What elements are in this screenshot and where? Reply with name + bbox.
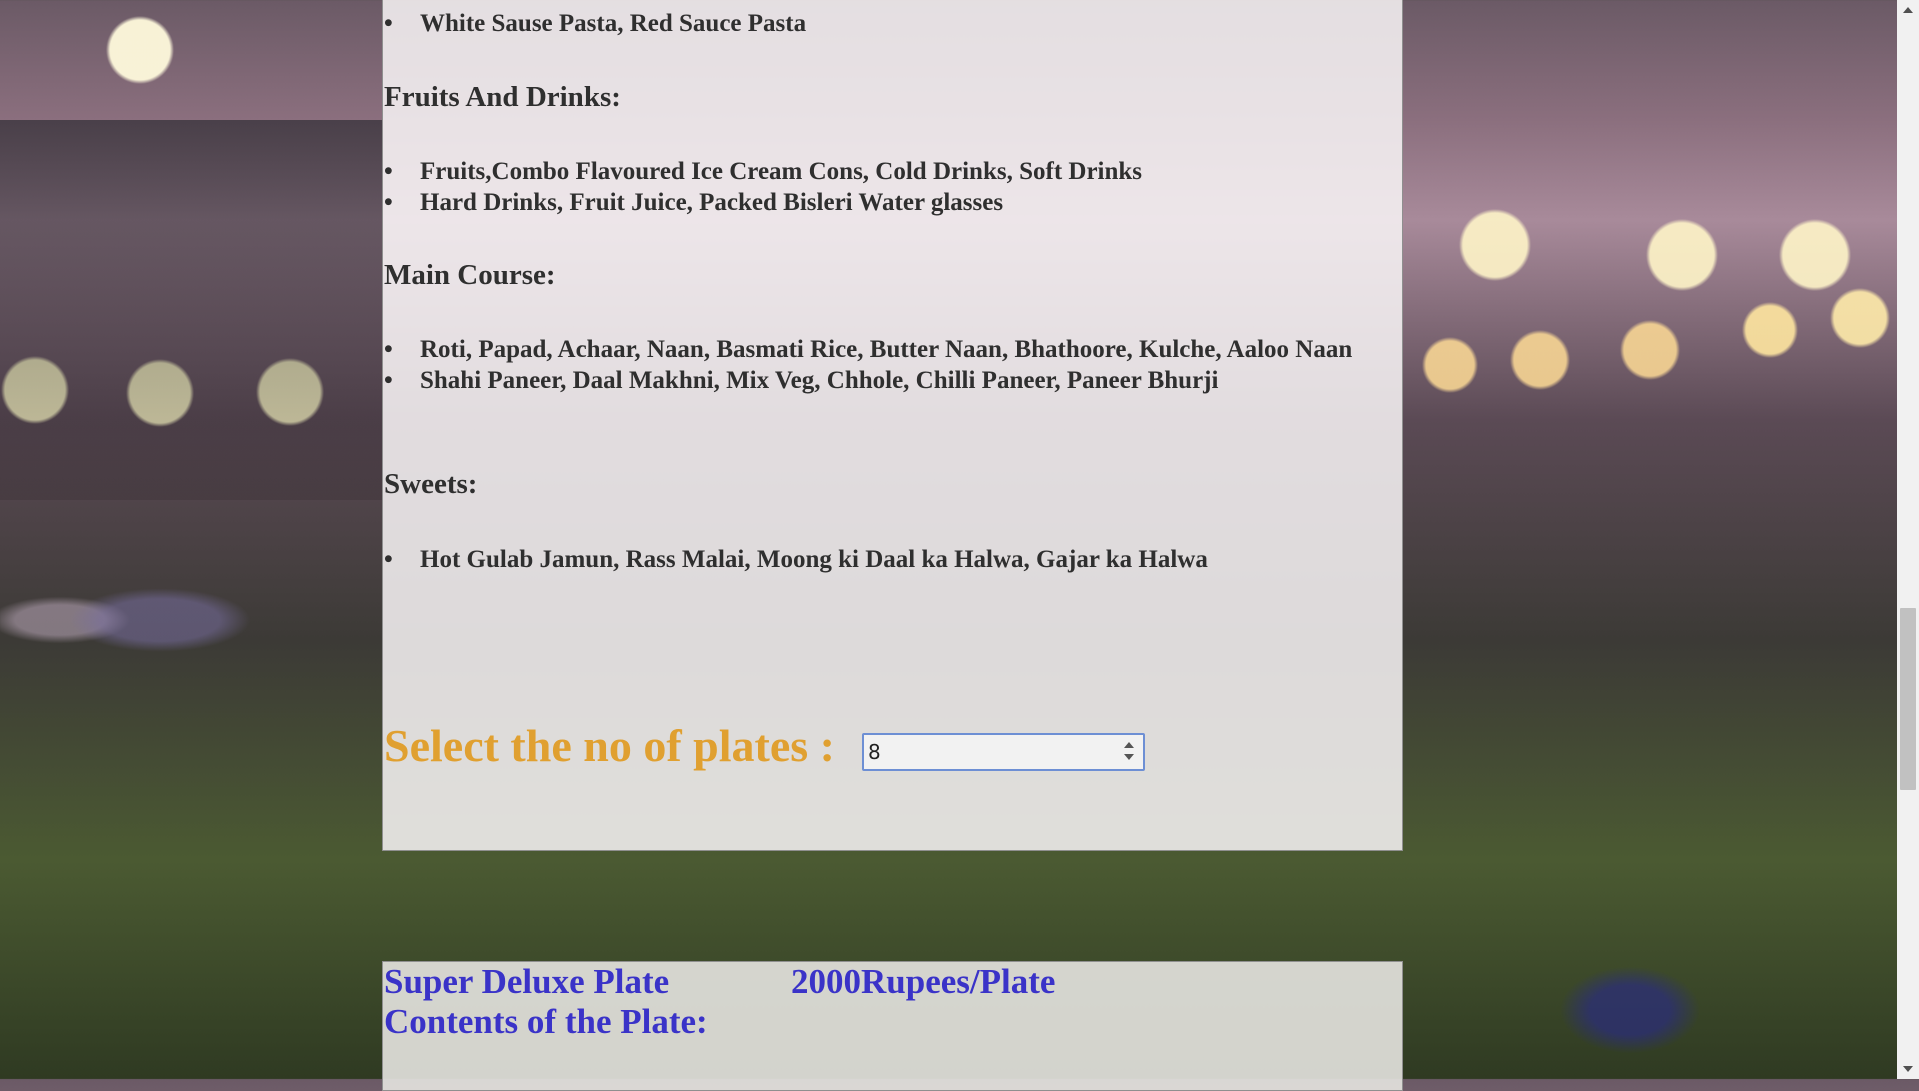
section-title-fruits: Fruits And Drinks: [384, 81, 621, 113]
plates-number-field[interactable] [862, 733, 1145, 771]
section-title-main-course: Main Course: [384, 259, 556, 291]
section-title-sweets: Sweets: [384, 468, 478, 500]
list-item: Shahi Paneer, Daal Makhni, Mix Veg, Chho… [384, 366, 1410, 397]
scrollbar-thumb[interactable] [1900, 608, 1916, 790]
spin-down-icon[interactable] [1124, 754, 1134, 760]
spin-up-icon[interactable] [1124, 742, 1134, 748]
background-shadow [0, 120, 383, 500]
scroll-up-arrow-icon[interactable] [1903, 7, 1913, 13]
pasta-list: White Sause Pasta, Red Sauce Pasta [384, 9, 1410, 40]
list-item: Hard Drinks, Fruit Juice, Packed Bisleri… [384, 188, 1410, 219]
fruits-list: Fruits,Combo Flavoured Ice Cream Cons, C… [384, 157, 1410, 218]
plates-label: Select the no of plates : [384, 720, 835, 771]
scrollbar[interactable] [1897, 0, 1919, 1079]
sweets-list: Hot Gulab Jamun, Rass Malai, Moong ki Da… [384, 545, 1410, 576]
list-item: Roti, Papad, Achaar, Naan, Basmati Rice,… [384, 335, 1410, 366]
scroll-down-arrow-icon[interactable] [1903, 1066, 1913, 1072]
main-course-list: Roti, Papad, Achaar, Naan, Basmati Rice,… [384, 335, 1410, 396]
plan-title: Super Deluxe Plate [384, 962, 670, 1001]
spinner-arrows-icon[interactable] [1121, 739, 1137, 765]
plan-price: 2000Rupees/Plate [791, 962, 1056, 1001]
plates-input[interactable] [864, 735, 1108, 769]
list-item: White Sause Pasta, Red Sauce Pasta [384, 9, 1410, 40]
list-item: Hot Gulab Jamun, Rass Malai, Moong ki Da… [384, 545, 1410, 576]
plan-contents-label: Contents of the Plate: [384, 1002, 708, 1041]
list-item: Fruits,Combo Flavoured Ice Cream Cons, C… [384, 157, 1410, 188]
